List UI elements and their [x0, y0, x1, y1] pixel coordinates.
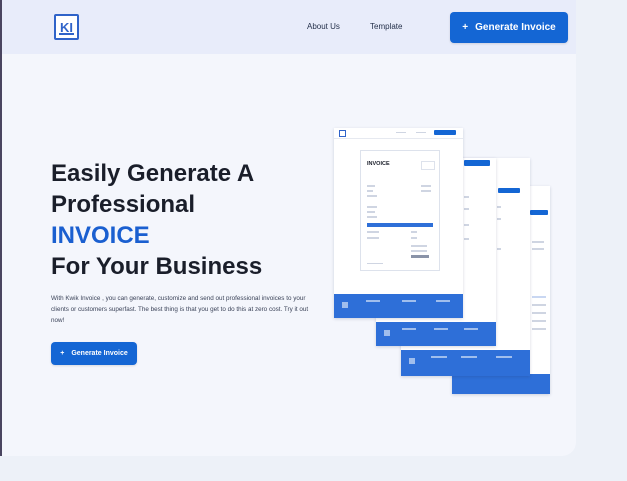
hero-generate-invoice-label: Generate Invoice [71, 350, 128, 357]
nav-link-about-us[interactable]: About Us [307, 22, 340, 31]
headline-line-4: For Your Business [51, 253, 263, 280]
plus-icon: + [462, 22, 469, 33]
hero-description: With Kwik Invoice , you can generate, cu… [51, 295, 309, 324]
nav-generate-invoice-label: Generate Invoice [475, 22, 556, 33]
nav-generate-invoice-button[interactable]: + Generate Invoice [450, 12, 568, 43]
headline-line-2: Professional [51, 191, 196, 218]
headline-accent: INVOICE [51, 222, 150, 249]
headline-line-1: Easily Generate A [51, 160, 255, 187]
hero-generate-invoice-button[interactable]: + Generate Invoice [51, 342, 137, 365]
navbar: KI About Us Template + Generate Invoice [2, 0, 576, 54]
landing-page: KI About Us Template + Generate Invoice … [0, 0, 576, 456]
mockup-invoice-title: INVOICE [367, 161, 390, 167]
nav-link-template[interactable]: Template [370, 22, 402, 31]
mockup-card-front: INVOICE [334, 128, 463, 318]
plus-icon: + [60, 350, 65, 357]
mockup-invoice-document: INVOICE [360, 150, 440, 271]
hero-headline: Easily Generate A Professional INVOICE F… [51, 158, 311, 282]
logo-underline [59, 33, 74, 35]
logo[interactable]: KI [54, 14, 79, 40]
